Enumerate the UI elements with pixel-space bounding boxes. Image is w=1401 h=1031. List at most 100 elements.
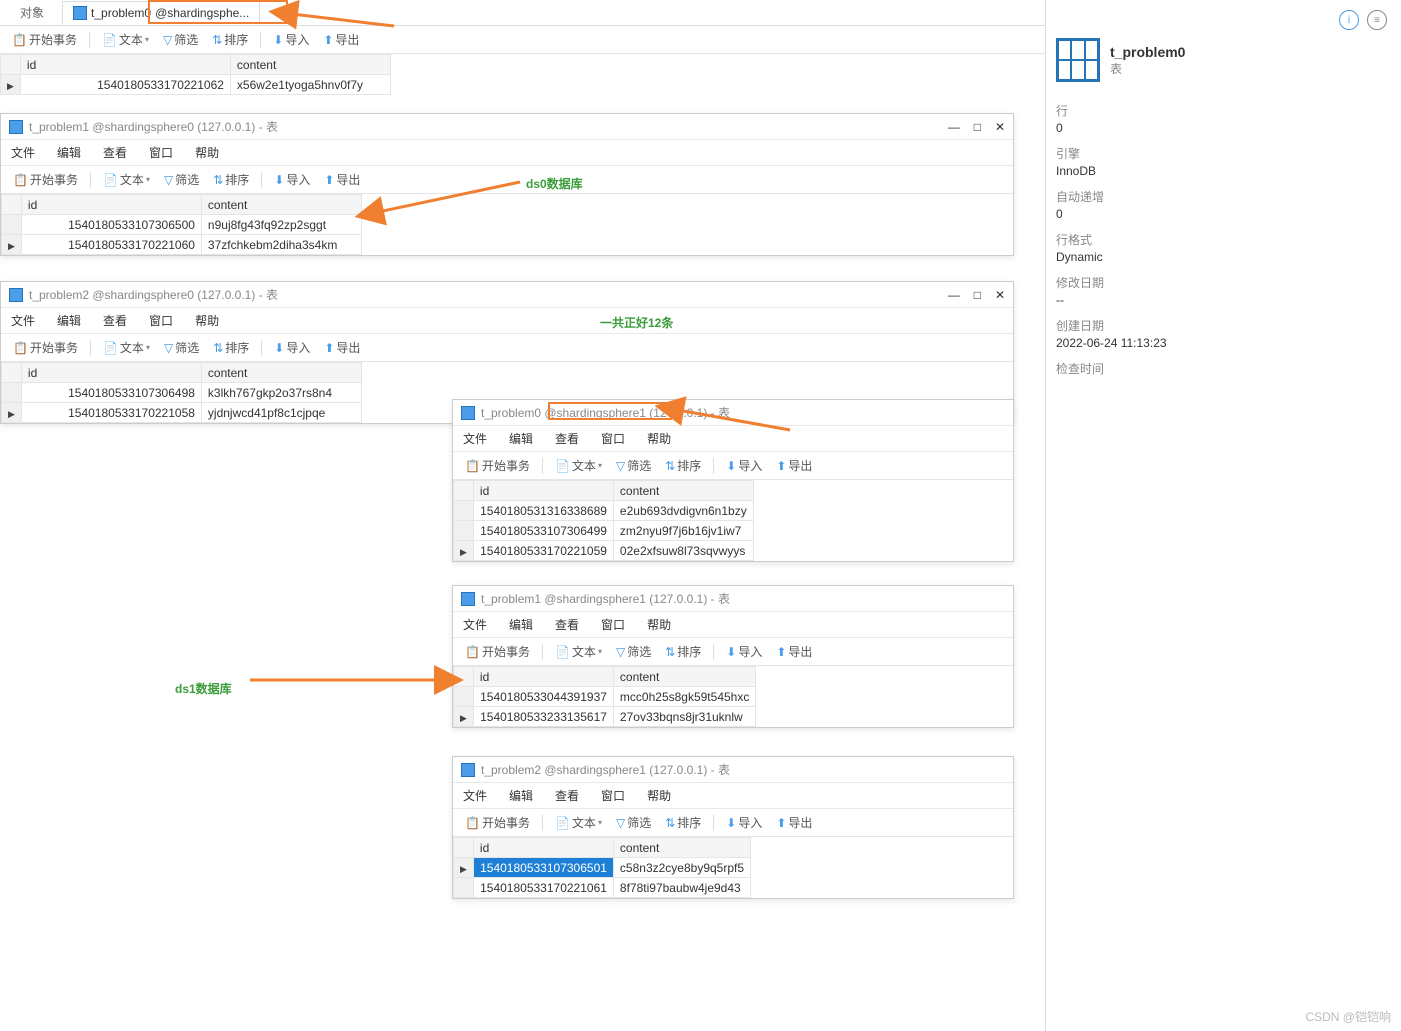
sort-button[interactable]: ⇅排序	[207, 169, 255, 190]
table-row[interactable]: 1540180533044391937mcc0h25s8gk59t545hxc	[454, 687, 756, 707]
filter-button[interactable]: ▽筛选	[610, 641, 657, 662]
table-row[interactable]: 1540180533170221062x56w2e1tyoga5hnv0f7y	[1, 75, 391, 95]
text-button[interactable]: 📄文本▾	[96, 29, 155, 50]
cell-id[interactable]: 1540180533233135617	[473, 707, 613, 727]
menu-view[interactable]: 查看	[103, 144, 127, 161]
import-button[interactable]: ⬇导入	[720, 812, 768, 833]
menu-edit[interactable]: 编辑	[509, 430, 533, 447]
import-button[interactable]: ⬇导入	[720, 455, 768, 476]
sort-button[interactable]: ⇅排序	[206, 29, 254, 50]
menu-window[interactable]: 窗口	[601, 616, 625, 633]
menu-window[interactable]: 窗口	[149, 312, 173, 329]
begin-transaction-button[interactable]: 📋开始事务	[7, 337, 84, 358]
cell-id[interactable]: 1540180533107306499	[473, 521, 613, 541]
sort-button[interactable]: ⇅排序	[207, 337, 255, 358]
begin-transaction-button[interactable]: 📋开始事务	[6, 29, 83, 50]
cell-id[interactable]: 1540180533107306500	[21, 215, 201, 235]
begin-transaction-button[interactable]: 📋开始事务	[459, 455, 536, 476]
export-button[interactable]: ⬆导出	[318, 169, 366, 190]
cell-content[interactable]: zm2nyu9f7j6b16jv1iw7	[613, 521, 753, 541]
sort-button[interactable]: ⇅排序	[659, 812, 707, 833]
table-row[interactable]: 1540180531316338689e2ub693dvdigvn6n1bzy	[454, 501, 754, 521]
menu-view[interactable]: 查看	[103, 312, 127, 329]
table-row[interactable]: 1540180533170221058yjdnjwcd41pf8c1cjpqe	[2, 403, 362, 423]
col-id[interactable]: id	[20, 55, 230, 75]
maximize-icon[interactable]: □	[974, 120, 981, 134]
filter-button[interactable]: ▽筛选	[610, 812, 657, 833]
sort-button[interactable]: ⇅排序	[659, 641, 707, 662]
menu-view[interactable]: 查看	[555, 430, 579, 447]
import-button[interactable]: ⬇导入	[268, 337, 316, 358]
filter-button[interactable]: ▽筛选	[610, 455, 657, 476]
cell-id[interactable]: 1540180533170221062	[20, 75, 230, 95]
col-content[interactable]: content	[230, 55, 390, 75]
text-button[interactable]: 📄文本▾	[549, 812, 608, 833]
table-row[interactable]: 1540180533107306499zm2nyu9f7j6b16jv1iw7	[454, 521, 754, 541]
menu-help[interactable]: 帮助	[647, 430, 671, 447]
text-button[interactable]: 📄文本▾	[549, 455, 608, 476]
export-button[interactable]: ⬆导出	[770, 455, 818, 476]
table-row[interactable]: 154018053317022106037zfchkebm2diha3s4km	[2, 235, 362, 255]
menu-view[interactable]: 查看	[555, 787, 579, 804]
cell-content[interactable]: 02e2xfsuw8l73sqvwyys	[613, 541, 753, 561]
cell-id[interactable]: 1540180533170221059	[473, 541, 613, 561]
menu-file[interactable]: 文件	[11, 312, 35, 329]
menu-file[interactable]: 文件	[463, 787, 487, 804]
menu-edit[interactable]: 编辑	[509, 616, 533, 633]
filter-button[interactable]: ▽筛选	[157, 29, 204, 50]
export-button[interactable]: ⬆导出	[770, 812, 818, 833]
cell-id[interactable]: 1540180533170221058	[21, 403, 201, 423]
minimize-icon[interactable]: —	[948, 120, 960, 134]
export-button[interactable]: ⬆导出	[770, 641, 818, 662]
export-button[interactable]: ⬆导出	[318, 337, 366, 358]
table-row[interactable]: 1540180533107306498k3lkh767gkp2o37rs8n4	[2, 383, 362, 403]
table-row[interactable]: 1540180533107306501c58n3z2cye8by9q5rpf5	[454, 858, 751, 878]
text-button[interactable]: 📄文本▾	[549, 641, 608, 662]
text-button[interactable]: 📄文本▾	[97, 337, 156, 358]
minimize-icon[interactable]: —	[948, 288, 960, 302]
table-row[interactable]: 154018053317022105902e2xfsuw8l73sqvwyys	[454, 541, 754, 561]
menu-edit[interactable]: 编辑	[509, 787, 533, 804]
table-row[interactable]: 154018053323313561727ov33bqns8jr31uknlw	[454, 707, 756, 727]
ddl-icon[interactable]: ≡	[1367, 10, 1387, 30]
begin-transaction-button[interactable]: 📋开始事务	[7, 169, 84, 190]
table-row[interactable]: 15401805331702210618f78ti97baubw4je9d43	[454, 878, 751, 898]
cell-content[interactable]: k3lkh767gkp2o37rs8n4	[201, 383, 361, 403]
cell-content[interactable]: c58n3z2cye8by9q5rpf5	[613, 858, 750, 878]
sort-button[interactable]: ⇅排序	[659, 455, 707, 476]
tab-objects[interactable]: 对象	[10, 0, 54, 25]
close-icon[interactable]: ✕	[995, 288, 1005, 302]
menu-file[interactable]: 文件	[11, 144, 35, 161]
menu-help[interactable]: 帮助	[195, 312, 219, 329]
table-row[interactable]: 1540180533107306500n9uj8fg43fq92zp2sggt	[2, 215, 362, 235]
cell-content[interactable]: e2ub693dvdigvn6n1bzy	[613, 501, 753, 521]
menu-help[interactable]: 帮助	[195, 144, 219, 161]
cell-id[interactable]: 1540180533170221061	[473, 878, 613, 898]
cell-content[interactable]: 37zfchkebm2diha3s4km	[201, 235, 361, 255]
cell-content[interactable]: yjdnjwcd41pf8c1cjpqe	[201, 403, 361, 423]
cell-id[interactable]: 1540180531316338689	[473, 501, 613, 521]
menu-window[interactable]: 窗口	[601, 787, 625, 804]
menu-help[interactable]: 帮助	[647, 616, 671, 633]
menu-view[interactable]: 查看	[555, 616, 579, 633]
menu-window[interactable]: 窗口	[601, 430, 625, 447]
menu-edit[interactable]: 编辑	[57, 144, 81, 161]
close-icon[interactable]: ✕	[995, 120, 1005, 134]
menu-edit[interactable]: 编辑	[57, 312, 81, 329]
cell-content[interactable]: 8f78ti97baubw4je9d43	[613, 878, 750, 898]
info-icon[interactable]: i	[1339, 10, 1359, 30]
cell-id[interactable]: 1540180533044391937	[473, 687, 613, 707]
filter-button[interactable]: ▽筛选	[158, 337, 205, 358]
import-button[interactable]: ⬇导入	[268, 169, 316, 190]
menu-file[interactable]: 文件	[463, 430, 487, 447]
cell-id[interactable]: 1540180533107306501	[473, 858, 613, 878]
begin-transaction-button[interactable]: 📋开始事务	[459, 812, 536, 833]
cell-id[interactable]: 1540180533107306498	[21, 383, 201, 403]
cell-content[interactable]: n9uj8fg43fq92zp2sggt	[201, 215, 361, 235]
cell-content[interactable]: x56w2e1tyoga5hnv0f7y	[230, 75, 390, 95]
maximize-icon[interactable]: □	[974, 288, 981, 302]
cell-id[interactable]: 1540180533170221060	[21, 235, 201, 255]
begin-transaction-button[interactable]: 📋开始事务	[459, 641, 536, 662]
menu-help[interactable]: 帮助	[647, 787, 671, 804]
cell-content[interactable]: 27ov33bqns8jr31uknlw	[613, 707, 755, 727]
